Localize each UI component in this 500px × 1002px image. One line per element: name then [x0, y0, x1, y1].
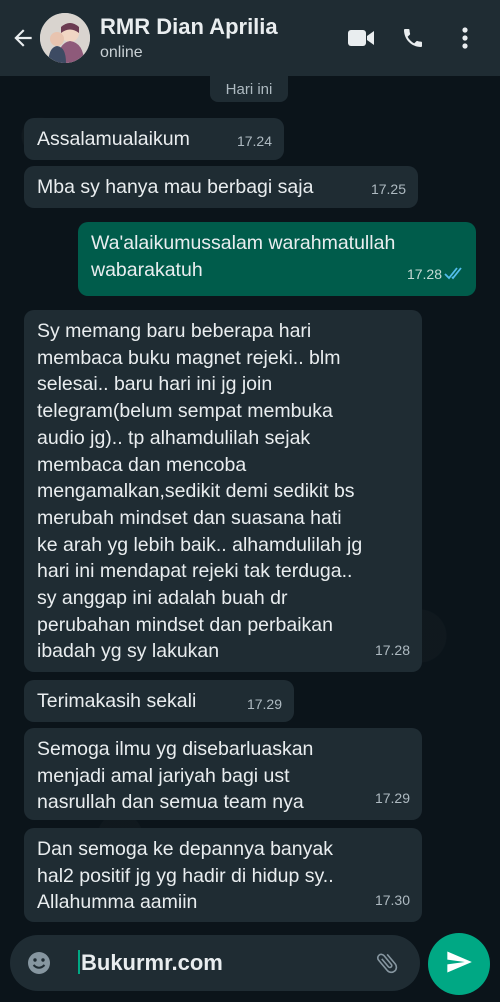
message-input-text[interactable]: Bukurmr.com [78, 950, 372, 976]
attach-icon[interactable] [372, 948, 402, 978]
incoming-message[interactable]: Sy memang baru beberapa hari membaca buk… [24, 310, 422, 672]
incoming-message[interactable]: Semoga ilmu yg disebarluaskan menjadi am… [24, 728, 422, 820]
chat-area[interactable]: Hari ini Assalamualaikum 17.24 Mba sy ha… [0, 76, 500, 926]
message-time: 17.29 [374, 790, 410, 807]
incoming-message[interactable]: Dan semoga ke depannya banyak hal2 posit… [24, 828, 422, 922]
message-time: 17.28 [374, 642, 410, 659]
contact-name: RMR Dian Aprilia [100, 14, 278, 39]
message-text: Sy memang baru beberapa hari membaca buk… [37, 320, 363, 663]
read-receipt-icon [444, 261, 466, 288]
message-input-value: Bukurmr.com [81, 950, 223, 975]
send-button[interactable] [428, 933, 490, 995]
message-time: 17.30 [374, 892, 410, 909]
outgoing-message[interactable]: Wa'alaikumussalam warahmatullah wabaraka… [78, 222, 476, 296]
message-text: Mba sy hanya mau berbagi saja [37, 176, 314, 198]
voice-call-icon[interactable] [398, 23, 428, 53]
incoming-message[interactable]: Assalamualaikum 17.24 [24, 118, 284, 160]
message-text: Assalamualaikum [37, 128, 190, 150]
incoming-message[interactable]: Terimakasih sekali 17.29 [24, 680, 294, 722]
contact-info[interactable]: RMR Dian Aprilia online [100, 14, 346, 62]
message-text: Terimakasih sekali [37, 690, 197, 712]
message-text: Wa'alaikumussalam warahmatullah wabaraka… [91, 232, 396, 281]
message-input[interactable]: Bukurmr.com [10, 935, 420, 991]
incoming-message[interactable]: Mba sy hanya mau berbagi saja 17.25 [24, 166, 418, 208]
message-time: 17.28 [406, 266, 442, 283]
video-call-icon[interactable] [346, 23, 376, 53]
more-options-icon[interactable] [450, 23, 480, 53]
message-text: Dan semoga ke depannya banyak hal2 posit… [37, 838, 334, 914]
chat-header: RMR Dian Aprilia online [0, 0, 500, 76]
contact-status: online [100, 44, 143, 61]
message-time: 17.25 [370, 181, 406, 198]
date-chip: Hari ini [210, 76, 288, 102]
emoji-icon[interactable] [24, 948, 54, 978]
back-arrow-icon[interactable] [8, 25, 38, 51]
message-time: 17.24 [236, 133, 272, 150]
send-icon [445, 948, 473, 981]
text-cursor [78, 950, 80, 974]
composer-bar: Bukurmr.com [0, 926, 500, 1002]
message-text: Semoga ilmu yg disebarluaskan menjadi am… [37, 738, 314, 814]
avatar[interactable] [40, 13, 90, 63]
message-time: 17.29 [246, 696, 282, 713]
